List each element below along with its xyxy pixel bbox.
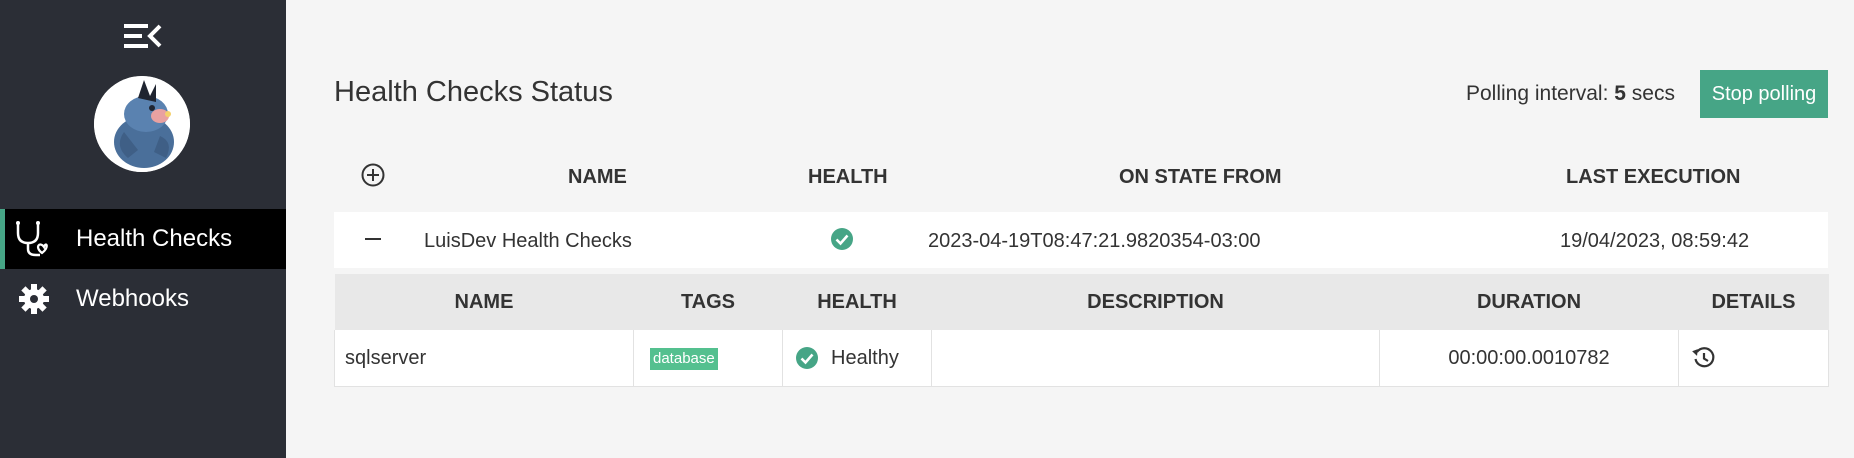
table-row[interactable]: LuisDev Health Checks 2023-04-19T08:47:2… bbox=[334, 212, 1828, 268]
polling-label: Polling interval: bbox=[1466, 82, 1609, 105]
entry-details bbox=[1678, 330, 1829, 387]
column-header-name: NAME bbox=[568, 166, 627, 188]
entry-duration: 00:00:00.0010782 bbox=[1379, 330, 1679, 387]
column-header-health: HEALTH bbox=[782, 274, 932, 330]
sidebar-item-label: Webhooks bbox=[76, 285, 189, 312]
entry-description bbox=[931, 330, 1380, 387]
entry-health: Healthy bbox=[782, 330, 932, 387]
table-row: sqlserver database Healthy 00:00:00.0010… bbox=[334, 330, 1829, 387]
tag-badge: database bbox=[650, 348, 718, 370]
column-header-last-execution: LAST EXECUTION bbox=[1566, 166, 1741, 188]
column-header-name: NAME bbox=[334, 274, 634, 330]
sidebar-item-webhooks[interactable]: Webhooks bbox=[0, 269, 286, 329]
collapse-menu-icon[interactable] bbox=[122, 20, 164, 52]
sidebar: Health Checks Webhooks bbox=[0, 0, 286, 458]
column-header-description: DESCRIPTION bbox=[931, 274, 1380, 330]
history-icon[interactable] bbox=[1691, 345, 1717, 371]
sidebar-item-label: Health Checks bbox=[76, 225, 233, 252]
health-check-name: LuisDev Health Checks bbox=[424, 230, 632, 252]
outer-table-header: NAME HEALTH ON STATE FROM LAST EXECUTION bbox=[334, 148, 1828, 206]
on-state-from-value: 2023-04-19T08:47:21.9820354-03:00 bbox=[928, 230, 1261, 252]
entry-tags: database bbox=[633, 330, 783, 387]
polling-interval: Polling interval: 5 secs bbox=[1466, 82, 1675, 106]
stop-polling-button[interactable]: Stop polling bbox=[1700, 70, 1828, 118]
stethoscope-icon bbox=[14, 221, 54, 257]
page-title: Health Checks Status bbox=[334, 76, 613, 108]
column-header-duration: DURATION bbox=[1379, 274, 1679, 330]
collapse-row-icon[interactable] bbox=[360, 226, 386, 252]
entries-header-row: NAME TAGS HEALTH DESCRIPTION DURATION DE… bbox=[334, 274, 1829, 330]
entry-name: sqlserver bbox=[334, 330, 634, 387]
avatar bbox=[94, 76, 190, 172]
column-header-tags: TAGS bbox=[633, 274, 783, 330]
column-header-health: HEALTH bbox=[808, 166, 888, 188]
entry-health-label: Healthy bbox=[831, 346, 899, 369]
sidebar-item-health-checks[interactable]: Health Checks bbox=[0, 209, 286, 269]
polling-unit: secs bbox=[1631, 82, 1675, 105]
polling-value: 5 bbox=[1614, 82, 1626, 105]
column-header-on-state-from: ON STATE FROM bbox=[1119, 166, 1282, 188]
check-circle-icon bbox=[830, 227, 854, 251]
entries-table: NAME TAGS HEALTH DESCRIPTION DURATION DE… bbox=[334, 274, 1829, 387]
gear-icon bbox=[14, 281, 54, 317]
last-execution-value: 19/04/2023, 08:59:42 bbox=[1560, 230, 1750, 252]
column-header-details: DETAILS bbox=[1678, 274, 1829, 330]
check-circle-icon bbox=[795, 346, 819, 370]
expand-all-icon[interactable] bbox=[360, 162, 386, 188]
